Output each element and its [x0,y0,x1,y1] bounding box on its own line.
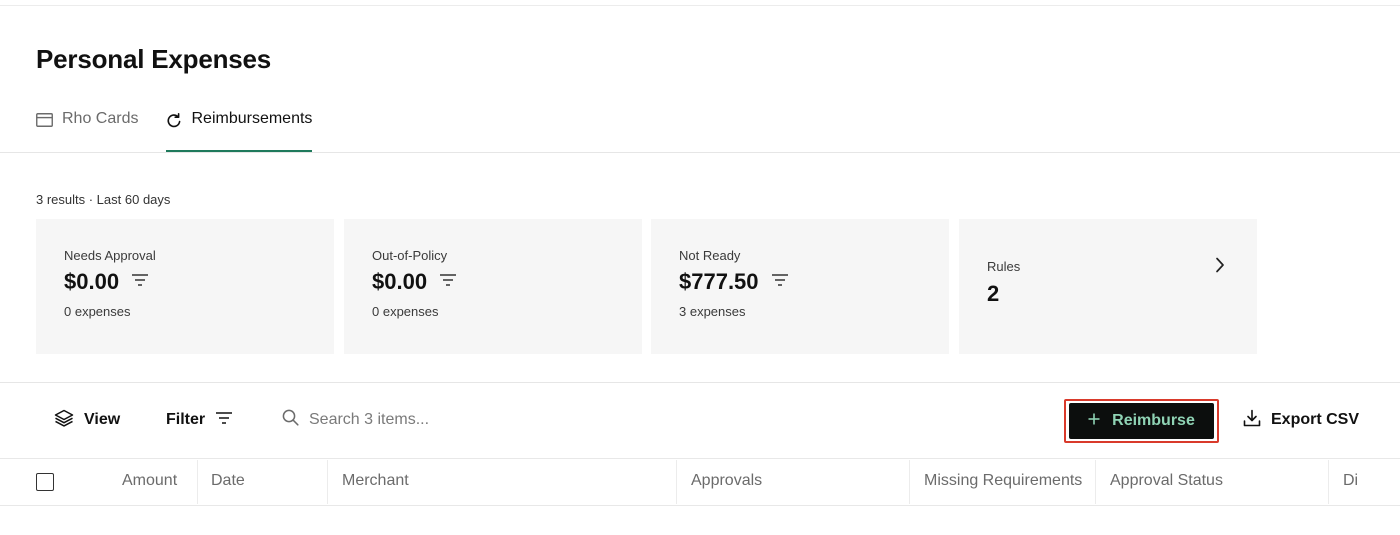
out-of-policy-card[interactable]: Out-of-Policy $0.00 0 expenses [344,219,642,354]
column-header-amount[interactable]: Amount [122,472,177,490]
card-icon [36,110,53,127]
section-divider [0,382,1400,383]
tabs-divider [0,152,1400,153]
layers-icon [54,409,74,432]
column-resize-handle[interactable] [1328,460,1329,504]
tab-rho-cards[interactable]: Rho Cards [36,110,138,152]
view-label: View [84,411,121,428]
results-summary: 3 results · Last 60 days [36,192,171,207]
column-resize-handle[interactable] [197,460,198,504]
select-all-checkbox[interactable] [36,473,54,491]
card-label: Rules [987,259,1021,274]
card-amount: $777.50 [679,269,759,294]
search-icon [282,409,299,431]
refresh-icon [166,110,182,129]
tab-reimbursements[interactable]: Reimbursements [166,110,313,152]
export-label: Export CSV [1271,411,1360,428]
tab-bar: Rho Cards Reimbursements [36,110,313,152]
card-amount: $0.00 [64,269,120,294]
top-divider [0,5,1400,6]
column-header-approvals[interactable]: Approvals [691,472,762,490]
reimburse-button[interactable]: Reimburse [1069,403,1214,439]
column-header-approval-status[interactable]: Approval Status [1110,472,1223,490]
page-title: Personal Expenses [36,44,272,74]
filter-icon[interactable] [439,273,457,292]
card-count: 0 expenses [372,304,439,319]
download-icon [1243,409,1261,432]
table-header-bottom-border [0,505,1400,506]
column-resize-handle[interactable] [909,460,910,504]
filter-icon [215,411,233,430]
filter-icon[interactable] [771,273,789,292]
search-input[interactable] [309,411,609,429]
card-label: Out-of-Policy [372,248,448,263]
reimburse-label: Reimburse [1112,412,1195,429]
needs-approval-card[interactable]: Needs Approval $0.00 0 expenses [36,219,334,354]
column-resize-handle[interactable] [676,460,677,504]
card-amount: $0.00 [372,269,428,294]
column-header-truncated[interactable]: Di [1343,472,1358,490]
export-csv-button[interactable]: Export CSV [1243,408,1359,432]
filter-button[interactable]: Filter [166,408,233,432]
column-header-date[interactable]: Date [211,472,245,490]
column-resize-handle[interactable] [327,460,328,504]
filter-label: Filter [166,411,206,428]
view-button[interactable]: View [54,408,120,432]
card-count: 3 expenses [679,304,746,319]
column-header-merchant[interactable]: Merchant [342,472,409,490]
search-bar [282,408,609,432]
column-header-missing-requirements[interactable]: Missing Requirements [924,472,1082,490]
table-header-top-border [0,458,1400,459]
filter-icon[interactable] [131,273,149,292]
column-resize-handle[interactable] [1095,460,1096,504]
card-label: Not Ready [679,248,741,263]
card-count: 0 expenses [64,304,131,319]
rules-count: 2 [987,281,1000,306]
tab-label: Rho Cards [62,110,139,127]
plus-icon [1088,412,1100,430]
not-ready-card[interactable]: Not Ready $777.50 3 expenses [651,219,949,354]
card-label: Needs Approval [64,248,156,263]
chevron-right-icon [1215,257,1225,278]
tab-label: Reimbursements [191,110,313,127]
rules-card[interactable]: Rules 2 [959,219,1257,354]
